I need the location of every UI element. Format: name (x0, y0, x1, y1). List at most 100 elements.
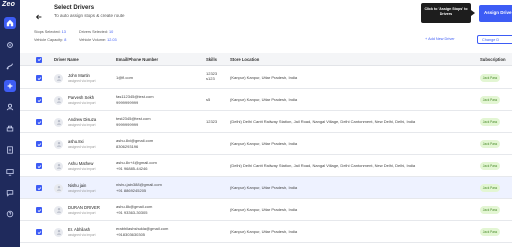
driver-name: Ashu Mathew (68, 160, 94, 166)
stops-selected: Stops Selected: 13 (34, 30, 66, 34)
driver-skills: 12323 (206, 119, 218, 124)
table-row[interactable]: Ashu Mathew assigned via import ashu.8x+4@… (20, 155, 512, 177)
driver-avatar-icon (54, 73, 63, 83)
assign-drivers-button[interactable]: Assign Drive (479, 5, 512, 22)
driver-email: fas112345@test.com (116, 94, 154, 99)
row-checkbox[interactable] (36, 119, 42, 125)
table-header: Driver Name Email/Phone Number Skills St… (20, 53, 512, 66)
store-location: (Kanpur) Kanpur, Uttar Pradesh, India (230, 229, 298, 234)
driver-avatar-icon (54, 227, 63, 237)
driver-phone: +91 8869245205 (116, 188, 147, 193)
row-checkbox[interactable] (36, 229, 42, 235)
driver-avatar-icon (54, 161, 63, 171)
row-checkbox[interactable] (36, 163, 42, 169)
chat-icon[interactable] (4, 187, 16, 199)
vehicle-capacity: Vehicle Capacity: 8 (34, 38, 67, 42)
driver-email: ashu.8x+4@gmail.com (116, 160, 157, 165)
store-location: (Kanpur) Kanpur, Uttar Pradesh, India (230, 75, 298, 80)
subscription-badge: Jack Pass (480, 74, 500, 82)
table-row[interactable]: Parvesh Sekh assigned via import fas112345… (20, 89, 512, 111)
driver-email: ashu.8k@gmail.com (116, 204, 153, 209)
page-subtitle: To auto assign stops & create route (54, 13, 125, 18)
driver-name: Er. Abhilash (68, 226, 91, 232)
add-icon[interactable] (4, 80, 16, 92)
driver-name: ashu.8xi (68, 138, 84, 144)
header-email-phone[interactable]: Email/Phone Number (116, 57, 158, 62)
sidebar: Zeo (0, 0, 20, 247)
driver-phone: 8306293196 (116, 144, 139, 149)
subscription-badge: Jack Pass (480, 228, 500, 236)
home-icon[interactable] (4, 17, 16, 29)
row-checkbox[interactable] (36, 207, 42, 213)
store-location: (Kanpur) Kanpur, Uttar Pradesh, India (230, 97, 298, 102)
app-root: Zeo Select Drivers To auto assign stops … (0, 0, 512, 247)
driver-avatar-icon (54, 205, 63, 215)
driver-name: DURAN DRIVER (68, 204, 100, 210)
add-new-driver-link[interactable]: + Add New Driver (425, 37, 455, 41)
route-icon[interactable] (4, 60, 16, 72)
driver-phone: +918303630305 (116, 232, 146, 237)
driver-email: 1@fl.com (116, 75, 133, 80)
driver-avatar-icon (54, 183, 63, 193)
change-driver-button[interactable]: Change D (477, 35, 512, 44)
driver-email: erabhilashshukla@gmail.com (116, 226, 169, 231)
store-location: (Delhi) Delhi Cantt Railway Station, Jai… (230, 163, 416, 168)
driver-name: John Martin (68, 72, 90, 78)
row-checkbox[interactable] (36, 75, 42, 81)
table-row[interactable]: Nishu jain assigned via import nishu.jain3… (20, 177, 512, 199)
app-logo: Zeo (2, 1, 16, 8)
document-icon[interactable] (4, 144, 16, 156)
header-driver-name[interactable]: Driver Name (54, 57, 79, 62)
select-all-checkbox[interactable] (36, 56, 42, 63)
driver-assigned-note: assigned via import (68, 210, 96, 215)
subscription-badge: Jack Pass (480, 140, 500, 148)
vehicle-volume: Vehicle Volume: 12.03 (79, 38, 117, 42)
print-icon[interactable] (4, 123, 16, 135)
row-checkbox[interactable] (36, 185, 42, 191)
table-row[interactable]: Er. Abhilash assigned via import erabhilas… (20, 221, 512, 243)
header-skills[interactable]: Skills (206, 57, 217, 62)
header-store-location[interactable]: Store Location (230, 57, 259, 62)
header-subscription[interactable]: Subscription (480, 57, 506, 62)
driver-assigned-note: assigned via import (68, 144, 96, 149)
driver-email: test2345@test.com (116, 116, 151, 121)
assign-tooltip: Click to 'Assign Stops' to Drivers (421, 3, 471, 23)
subscription-badge: Jack Pass (480, 206, 500, 214)
help-icon[interactable] (4, 208, 16, 220)
driver-name: Parvesh Sekh (68, 94, 95, 100)
user-icon[interactable] (4, 101, 16, 113)
store-location: (Delhi) Delhi Cantt Railway Station, Jai… (230, 119, 416, 124)
table-row[interactable]: DURAN DRIVER assigned via import ashu.8k@g… (20, 199, 512, 221)
store-location: (Kanpur) Kanpur, Uttar Pradesh, India (230, 185, 298, 190)
table-row[interactable]: Andrew Disuza assigned via import test2345… (20, 111, 512, 133)
settings-icon[interactable] (4, 39, 16, 51)
store-location: (Kanpur) Kanpur, Uttar Pradesh, India (230, 207, 298, 212)
subscription-badge: Jack Pass (480, 184, 500, 192)
driver-avatar-icon (54, 139, 63, 149)
driver-name: Andrew Disuza (68, 116, 97, 122)
row-checkbox[interactable] (36, 97, 42, 103)
driver-assigned-note: assigned via import (68, 166, 96, 171)
row-checkbox[interactable] (36, 141, 42, 147)
driver-skills: 12323 s123 (206, 71, 218, 81)
driver-email: ashu.8xi@gmail.com (116, 138, 154, 143)
table-row[interactable]: ashu.8xi assigned via import ashu.8xi@gmai… (20, 133, 512, 155)
tooltip-arrow (471, 10, 475, 16)
store-location: (Kanpur) Kanpur, Uttar Pradesh, India (230, 141, 298, 146)
back-arrow-icon[interactable] (35, 8, 43, 20)
driver-phone: +91 96885-44246 (116, 166, 148, 171)
driver-phone: 9999999999 (116, 122, 139, 127)
drivers-selected: Drivers Selected: 10 (79, 30, 114, 34)
driver-phone: +91 93363-30305 (116, 210, 148, 215)
monitor-icon[interactable] (4, 166, 16, 178)
driver-avatar-icon (54, 117, 63, 127)
table-row[interactable]: John Martin assigned via import 1@fl.com 12… (20, 67, 512, 89)
subscription-badge: Jack Pass (480, 118, 500, 126)
driver-phone: 9999999999 (116, 100, 139, 105)
driver-assigned-note: assigned via import (68, 122, 96, 127)
driver-email: nishu.jain388@gmail.com (116, 182, 162, 187)
driver-assigned-note: assigned via import (68, 188, 96, 193)
driver-avatar-icon (54, 95, 63, 105)
driver-name: Nishu jain (68, 182, 87, 188)
driver-assigned-note: assigned via import (68, 78, 96, 83)
